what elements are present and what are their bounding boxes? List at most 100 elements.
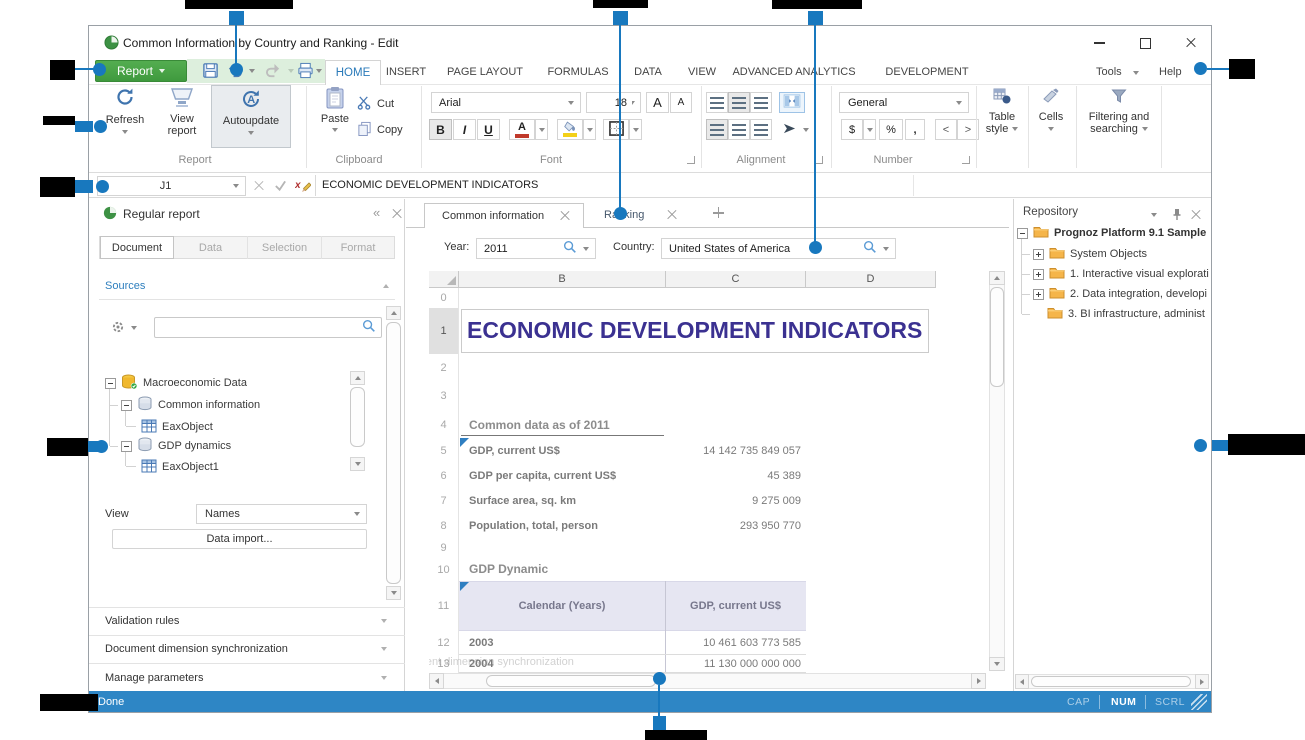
sheet-tab-common-information[interactable]: Common information	[424, 203, 584, 228]
merge-cells-button[interactable]	[779, 92, 805, 113]
align-top-button[interactable]	[706, 92, 728, 113]
expand-node-icon[interactable]	[1033, 249, 1044, 260]
sheet-title-cell[interactable]: ECONOMIC DEVELOPMENT INDICATORS	[467, 317, 922, 344]
filtering-button[interactable]: Filtering and searching	[1081, 88, 1157, 135]
font-color-dropdown-icon[interactable]	[535, 119, 548, 140]
data-value-cell[interactable]: 293 950 770	[666, 513, 801, 538]
tree-item-eaxobject[interactable]: EaxObject	[141, 417, 213, 437]
repo-hscrollbar-thumb[interactable]	[1031, 676, 1191, 687]
row-header[interactable]: 1	[429, 308, 458, 354]
minimize-button[interactable]	[1085, 34, 1113, 52]
sheet-hscrollbar-thumb[interactable]	[486, 675, 656, 687]
tree-item-common-information[interactable]: Common information	[121, 395, 260, 415]
pin-icon[interactable]	[1171, 208, 1183, 224]
row-header[interactable]: 2	[429, 354, 458, 381]
num-lock-indicator[interactable]: NUM	[1111, 696, 1136, 708]
tab-view[interactable]: VIEW	[688, 66, 716, 78]
cell-name-box[interactable]: J1	[97, 176, 246, 196]
undo-dropdown-icon[interactable]	[249, 69, 255, 73]
tools-menu[interactable]: Tools	[1096, 66, 1122, 78]
panel-tab-format[interactable]: Format	[322, 236, 394, 259]
repo-item-2[interactable]: 2. Data integration, developi	[1033, 285, 1207, 303]
align-bottom-button[interactable]	[750, 92, 772, 113]
sources-scrollbar-thumb[interactable]	[386, 322, 401, 584]
tree-scroll-up-button[interactable]	[350, 371, 365, 385]
sources-section-header[interactable]: Sources	[105, 280, 145, 292]
row-header[interactable]: 12	[429, 631, 458, 655]
row-header[interactable]: 9	[429, 538, 458, 558]
autoupdate-button[interactable]: A Autoupdate	[211, 85, 291, 148]
sources-collapse-icon[interactable]	[383, 284, 389, 288]
tab-data[interactable]: DATA	[634, 66, 662, 78]
sheet-scroll-up-button[interactable]	[989, 271, 1005, 285]
collapse-node-icon[interactable]	[105, 378, 116, 389]
row-header[interactable]: 10	[429, 558, 458, 581]
tree-scroll-down-button[interactable]	[350, 457, 365, 471]
data-label-cell[interactable]: GDP, current US$	[469, 438, 560, 463]
formula-input[interactable]: ECONOMIC DEVELOPMENT INDICATORS	[322, 179, 538, 191]
row-header[interactable]: 6	[429, 463, 458, 488]
sheet-scroll-left-button[interactable]	[429, 673, 444, 689]
data-value-cell[interactable]: 9 275 009	[666, 488, 801, 513]
gear-dropdown-icon[interactable]	[131, 326, 137, 330]
font-color-button[interactable]: A	[509, 119, 535, 140]
redo-dropdown-icon[interactable]	[288, 69, 294, 73]
section-expand-icon[interactable]	[381, 676, 387, 680]
view-combobox[interactable]: Names	[196, 504, 367, 524]
repo-scroll-left-button[interactable]	[1015, 674, 1029, 689]
panel-tab-data[interactable]: Data	[174, 236, 248, 259]
redo-icon[interactable]	[265, 63, 282, 81]
align-left-button[interactable]	[706, 119, 728, 140]
grow-font-button[interactable]: A	[646, 92, 669, 113]
year-param-combobox[interactable]: 2011	[476, 238, 596, 259]
fill-color-dropdown-icon[interactable]	[583, 119, 596, 140]
tree-scrollbar-thumb[interactable]	[350, 387, 365, 447]
currency-dropdown-icon[interactable]	[863, 119, 876, 140]
section-manage-parameters[interactable]: Manage parameters	[105, 672, 203, 684]
decrease-decimal-button[interactable]: <	[935, 119, 957, 140]
repo-item-1[interactable]: 1. Interactive visual explorati	[1033, 265, 1209, 283]
row-header[interactable]: 7	[429, 488, 458, 513]
country-param-combobox[interactable]: United States of America	[661, 238, 896, 259]
expand-node-icon[interactable]	[1033, 289, 1044, 300]
table-year-cell[interactable]: 2003	[469, 631, 493, 654]
collapse-node-icon[interactable]	[121, 441, 132, 452]
row-header[interactable]: 11	[429, 581, 458, 631]
number-format-combobox[interactable]: General	[839, 92, 969, 113]
text-orientation-button[interactable]	[779, 119, 799, 140]
sheet-vscrollbar-thumb[interactable]	[990, 287, 1004, 387]
column-header-b[interactable]: B	[459, 271, 666, 288]
bold-button[interactable]: B	[429, 119, 452, 140]
confirm-entry-icon[interactable]	[274, 180, 287, 195]
help-menu[interactable]: Help	[1159, 66, 1182, 78]
section-document-dimension-sync[interactable]: Document dimension synchronization	[105, 643, 288, 655]
align-right-button[interactable]	[750, 119, 772, 140]
sources-scroll-up-button[interactable]	[386, 306, 401, 320]
section1-header-cell[interactable]: Common data as of 2011	[469, 418, 610, 432]
tools-dropdown-icon[interactable]	[1133, 71, 1139, 75]
font-size-combobox[interactable]: 18	[586, 92, 641, 113]
cut-button[interactable]: Cut	[357, 95, 394, 113]
repo-item-system-objects[interactable]: System Objects	[1033, 245, 1147, 263]
font-family-combobox[interactable]: Arial	[431, 92, 581, 113]
repository-menu-icon[interactable]	[1151, 213, 1157, 217]
add-sheet-tab-icon[interactable]	[713, 207, 724, 218]
row-header[interactable]: 5	[429, 438, 458, 463]
tab-development[interactable]: DEVELOPMENT	[885, 66, 968, 78]
select-all-corner[interactable]	[429, 271, 459, 288]
formula-editor-icon[interactable]: x	[295, 178, 311, 197]
row-header[interactable]: 3	[429, 381, 458, 411]
data-import-button[interactable]: Data import...	[112, 529, 367, 549]
column-header-c[interactable]: C	[666, 271, 806, 288]
collapse-panel-icon[interactable]: «	[373, 205, 380, 220]
underline-button[interactable]: U	[477, 119, 500, 140]
borders-dropdown-icon[interactable]	[629, 119, 642, 140]
data-value-cell[interactable]: 14 142 735 849 057	[666, 438, 801, 463]
sources-scroll-down-button[interactable]	[386, 586, 401, 600]
tree-item-gdp-dynamics[interactable]: GDP dynamics	[121, 436, 231, 456]
panel-tab-document[interactable]: Document	[100, 236, 174, 259]
scroll-lock-indicator[interactable]: SCRL	[1155, 696, 1185, 708]
tab-formulas[interactable]: FORMULAS	[547, 66, 608, 78]
shrink-font-button[interactable]: A	[670, 92, 692, 113]
collapse-node-icon[interactable]	[121, 400, 132, 411]
